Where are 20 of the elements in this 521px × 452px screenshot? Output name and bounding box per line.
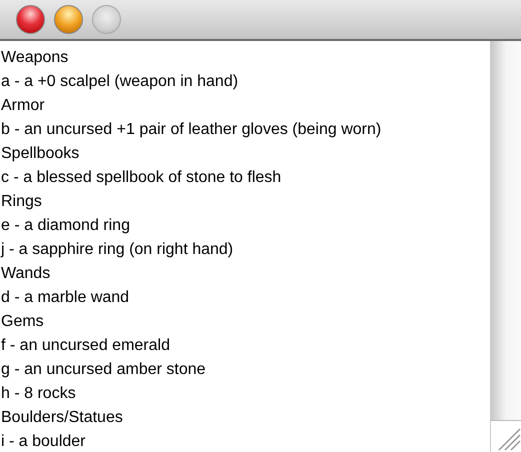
inventory-line: Wands: [0, 264, 52, 284]
inventory-line: e - a diamond ring: [0, 216, 131, 236]
inventory-line: c - a blessed spellbook of stone to flesh: [0, 168, 282, 188]
inventory-line: Boulders/Statues: [0, 408, 124, 428]
inventory-line: f - an uncursed emerald: [0, 336, 171, 356]
minimize-button[interactable]: [54, 5, 83, 34]
inventory-line: h - 8 rocks: [0, 384, 77, 404]
inventory-line: Armor: [0, 96, 46, 116]
inventory-line: Gems: [0, 312, 45, 332]
inventory-line: Weapons: [0, 48, 70, 68]
inventory-line: b - an uncursed +1 pair of leather gloves (being worn): [0, 120, 382, 140]
inventory-line: i - a boulder: [0, 432, 86, 452]
inventory-line: Spellbooks: [0, 144, 80, 164]
close-button[interactable]: [16, 5, 45, 34]
resize-grip[interactable]: [490, 420, 521, 452]
inventory-line: j - a sapphire ring (on right hand): [0, 240, 234, 260]
inventory-line: a - a +0 scalpel (weapon in hand): [0, 72, 240, 92]
inventory-line: g - an uncursed amber stone: [0, 360, 207, 380]
inventory-line: Rings: [0, 192, 43, 212]
inventory-line: d - a marble wand: [0, 288, 130, 308]
